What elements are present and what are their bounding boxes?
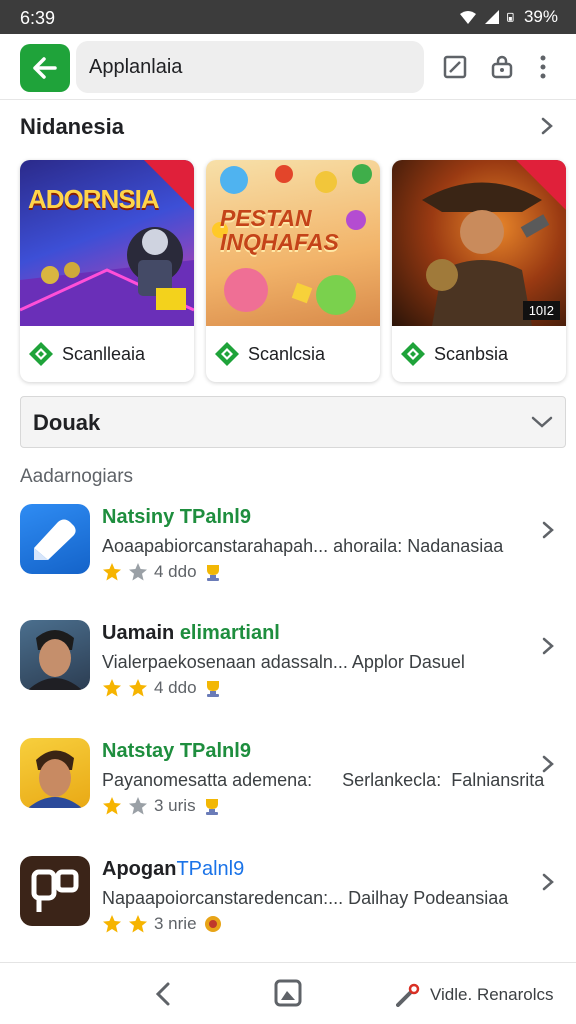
battery-percent: 39% (523, 7, 558, 26)
app-rating-1: 4 ddo (154, 562, 197, 581)
play-badge-icon (29, 342, 53, 366)
app-title-4: ApoganTPalnl9 (102, 858, 245, 880)
app-icon-2 (20, 620, 90, 690)
nav-extra-button[interactable]: Vidle. Renarolcs (396, 983, 553, 1007)
game-art-1: ADORNSIA (20, 160, 194, 326)
app-rating-4: 3 nrie (154, 914, 197, 933)
top-app-bar: Applanlaia (0, 34, 576, 100)
app-meta-2: 4 ddo (102, 678, 223, 698)
search-text: Applanlaia (89, 56, 183, 78)
app-meta-4: 3 nrie (102, 914, 223, 934)
nav-extra-label: Vidle. Renarolcs (430, 985, 554, 1004)
status-icons: 39% (459, 7, 558, 27)
app-icon-3 (20, 738, 90, 808)
app-title-3: Natstay TPalnl9 (102, 740, 251, 762)
status-time: 6:39 (20, 8, 56, 28)
app-icon-1 (20, 504, 90, 574)
nav-home-icon[interactable] (274, 979, 302, 1007)
card-footer-1: Scanlleaia (20, 332, 194, 376)
list-item[interactable]: ApoganTPalnl9 Napaapoiorcanstaredencan:.… (0, 856, 576, 956)
back-button[interactable] (20, 44, 70, 92)
lock-bag-icon (491, 55, 513, 79)
back-arrow-icon (33, 57, 57, 79)
category-dropdown[interactable]: Douak (20, 396, 566, 448)
game-art-title-2: PESTAN INQHAFAS (220, 205, 339, 255)
nav-pin-icon (396, 983, 420, 1007)
card-label-3: Scanbsia (434, 343, 509, 364)
lock-button[interactable] (489, 54, 515, 80)
card-footer-2: Scanlcsia (206, 332, 380, 376)
list-item[interactable]: Uamain elimartianl Vialerpaekosenaan ada… (0, 620, 576, 720)
dropdown-label: Douak (33, 410, 101, 435)
list-item[interactable]: Natsiny TPalnl9 Aoaapabiorcanstarahapah.… (0, 504, 576, 604)
search-field[interactable]: Applanlaia (76, 41, 424, 93)
section-title: Nidanesia (20, 114, 124, 139)
chevron-right-icon (542, 755, 554, 773)
card-label-2: Scanlcsia (248, 343, 326, 364)
card-footer-3: Scanbsia (392, 332, 566, 376)
app-desc-2: Vialerpaekosenaan adassaln... Applor Das… (102, 652, 465, 672)
signal-icon (484, 10, 499, 24)
app-meta-1: 4 ddo (102, 562, 223, 582)
chevron-right-icon (542, 873, 554, 891)
more-vert-icon (540, 55, 546, 79)
battery-icon (507, 12, 514, 22)
chevron-right-icon (542, 521, 554, 539)
star-icon (129, 679, 147, 697)
game-art-2: PESTAN INQHAFAS (206, 160, 380, 326)
app-desc-1: Aoaapabiorcanstarahapah... ahoraila: Nad… (102, 536, 504, 556)
star-icon (129, 797, 147, 815)
trophy-icon (206, 681, 219, 697)
play-badge-icon (215, 342, 239, 366)
edit-square-icon (443, 55, 467, 79)
app-meta-3: 3 uris (102, 796, 222, 816)
play-badge-icon (401, 342, 425, 366)
chevron-right-icon (542, 637, 554, 655)
card-label-1: Scanlleaia (62, 343, 146, 364)
featured-card-2[interactable]: PESTAN INQHAFAS Scanlcsia (206, 160, 380, 382)
featured-card-3[interactable]: 10I2 Scanbsia (392, 160, 566, 382)
game-art-title-1: ADORNSIA (28, 184, 160, 214)
app-icon-4 (20, 856, 90, 926)
chevron-right-icon[interactable] (538, 117, 556, 135)
app-rating-3: 3 uris (154, 796, 196, 815)
status-bar: 6:39 39% (0, 0, 576, 34)
star-icon (129, 563, 147, 581)
app-title-2: Uamain elimartianl (102, 622, 280, 644)
bottom-navigation: Vidle. Renarolcs (0, 962, 576, 1024)
list-section-label: Aadarnogiars (20, 466, 134, 487)
star-icon (103, 563, 121, 581)
star-icon (103, 797, 121, 815)
star-icon (129, 915, 147, 933)
more-options-button[interactable] (536, 54, 550, 80)
trophy-icon (204, 916, 221, 932)
trophy-icon (206, 565, 219, 581)
edit-button[interactable] (442, 54, 468, 80)
card-badge-3: 10I2 (522, 301, 560, 320)
app-title-1: Natsiny TPalnl9 (102, 506, 251, 528)
trophy-icon (205, 799, 218, 815)
game-art-3: 10I2 (392, 160, 566, 326)
star-icon (103, 679, 121, 697)
star-icon (103, 915, 121, 933)
chevron-down-icon (531, 416, 553, 428)
app-rating-2: 4 ddo (154, 678, 197, 697)
app-desc-4: Napaapoiorcanstaredencan:... Dailhay Pod… (102, 888, 509, 908)
list-item[interactable]: Natstay TPalnl9 Payanomesatta ademena: S… (0, 738, 576, 838)
wifi-icon (459, 11, 476, 24)
featured-card-1[interactable]: ADORNSIA Scanlleaia (20, 160, 194, 382)
app-desc-3: Payanomesatta ademena: Serlankecla: Faln… (102, 770, 545, 790)
nav-back-icon[interactable] (152, 981, 174, 1007)
